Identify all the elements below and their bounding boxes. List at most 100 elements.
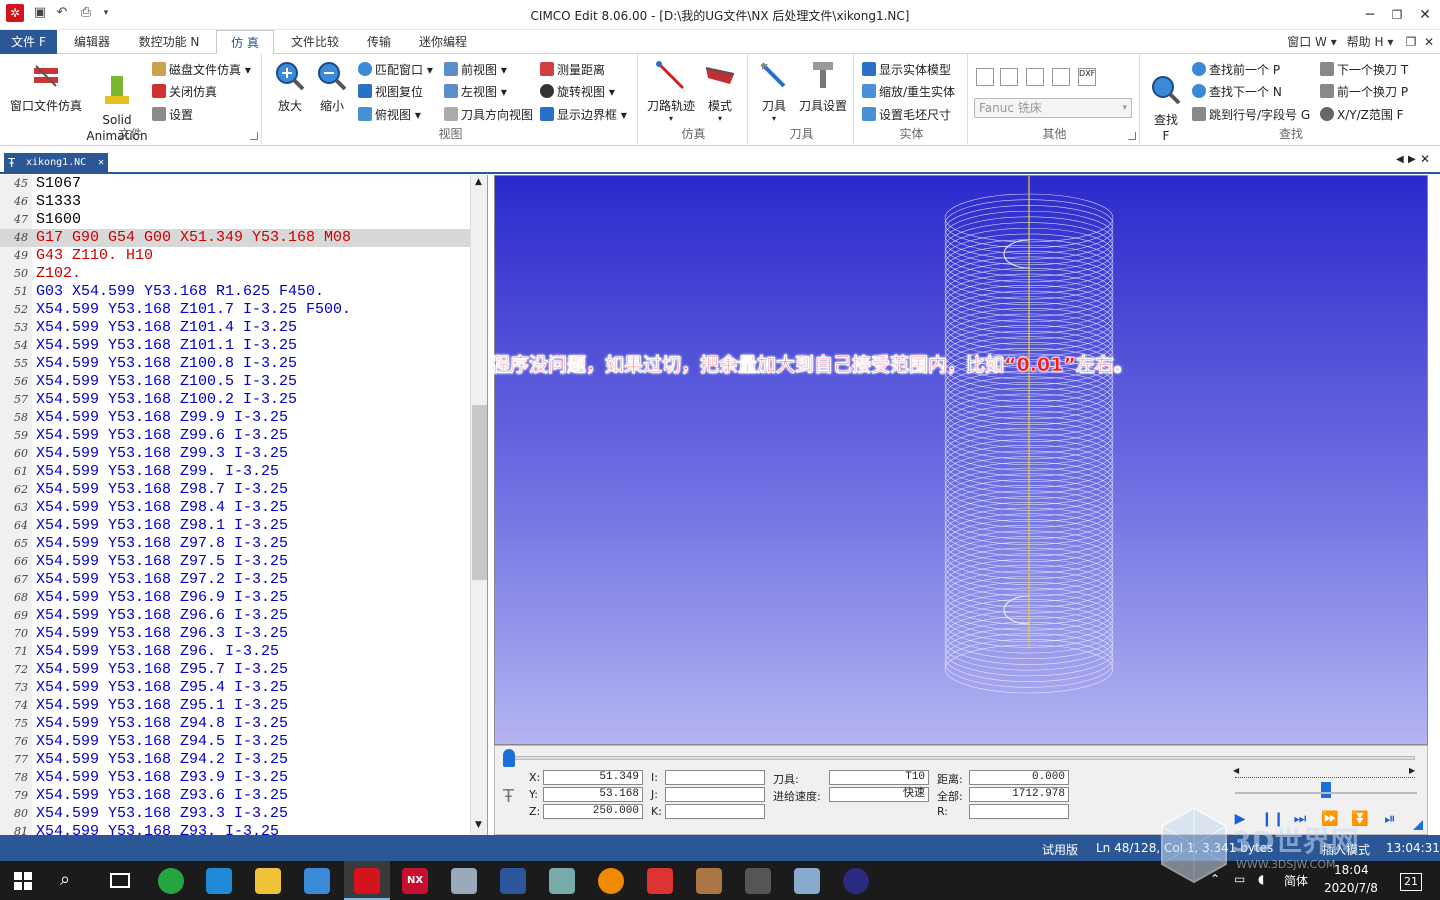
nc-code-editor[interactable]: 45 S1067 46 S1333 47 S1600 48 G17 G90 G54 G00 X…	[0, 175, 488, 835]
front-view-button[interactable]: 前视图 ▾	[444, 60, 507, 80]
app-icon-14[interactable]	[745, 868, 771, 894]
scroll-down-icon[interactable]: ▼	[475, 820, 482, 830]
window-file-sim-button[interactable]: 窗口文件仿真	[6, 60, 86, 114]
code-line[interactable]: 59 X54.599 Y53.168 Z99.6 I-3.25	[0, 427, 470, 445]
disabled-tool-icon-2[interactable]	[1000, 68, 1018, 86]
minimize-icon[interactable]: ─	[1356, 2, 1384, 28]
code-line[interactable]: 60 X54.599 Y53.168 Z99.3 I-3.25	[0, 445, 470, 463]
code-line[interactable]: 74 X54.599 Y53.168 Z95.1 I-3.25	[0, 697, 470, 715]
goto-line-button[interactable]: 跳到行号/字段号 G	[1192, 105, 1310, 125]
dialog-launcher-icon[interactable]	[1128, 132, 1136, 140]
measure-distance-button[interactable]: 测量距离	[540, 60, 605, 80]
dxf-icon[interactable]: DXF	[1078, 68, 1096, 86]
close-tab-icon[interactable]: ✕	[98, 153, 104, 173]
stock-size-button[interactable]: 设置毛坯尺寸	[862, 105, 951, 125]
find-prev-button[interactable]: 查找前一个 P	[1192, 60, 1280, 80]
find-next-button[interactable]: 查找下一个 N	[1192, 82, 1282, 102]
media-player-icon[interactable]	[206, 868, 232, 894]
tab-file[interactable]: 文件 F	[0, 30, 57, 54]
disabled-tool-icon-3[interactable]	[1026, 68, 1044, 86]
calculator-icon[interactable]	[794, 868, 820, 894]
task-view-icon[interactable]	[110, 873, 130, 888]
app-icon-11[interactable]	[598, 868, 624, 894]
nx-icon[interactable]: NX	[402, 868, 428, 894]
code-line[interactable]: 48 G17 G90 G54 G00 X51.349 Y53.168 M08	[0, 229, 470, 247]
tab-transfer[interactable]: 传输	[358, 30, 400, 54]
solid-animation-button[interactable]: Solid Animation	[84, 58, 150, 160]
next-tool-change-button[interactable]: 下一个换刀 T	[1320, 60, 1408, 80]
speed-right-icon[interactable]: ▶	[1409, 766, 1415, 775]
code-line[interactable]: 76 X54.599 Y53.168 Z94.5 I-3.25	[0, 733, 470, 751]
code-line[interactable]: 79 X54.599 Y53.168 Z93.6 I-3.25	[0, 787, 470, 805]
code-line[interactable]: 52 X54.599 Y53.168 Z101.7 I-3.25 F500.	[0, 301, 470, 319]
mode-button[interactable]: 模式 ▾	[700, 60, 740, 123]
sim-progress-handle[interactable]	[503, 749, 515, 767]
code-line[interactable]: 45 S1067	[0, 175, 470, 193]
code-line[interactable]: 78 X54.599 Y53.168 Z93.9 I-3.25	[0, 769, 470, 787]
xyz-range-button[interactable]: X/Y/Z范围 F	[1320, 105, 1404, 125]
code-line[interactable]: 77 X54.599 Y53.168 Z94.2 I-3.25	[0, 751, 470, 769]
code-line[interactable]: 65 X54.599 Y53.168 Z97.8 I-3.25	[0, 535, 470, 553]
fit-window-button[interactable]: 匹配窗口 ▾	[358, 60, 433, 80]
code-line[interactable]: 51 G03 X54.599 Y53.168 R1.625 F450.	[0, 283, 470, 301]
code-line[interactable]: 54 X54.599 Y53.168 Z101.1 I-3.25	[0, 337, 470, 355]
close-all-tabs-icon[interactable]: ✕	[1420, 152, 1430, 166]
tab-simulation[interactable]: 仿 真	[216, 30, 274, 55]
windows-start-icon[interactable]	[14, 872, 32, 890]
disabled-tool-icon-1[interactable]	[976, 68, 994, 86]
file-explorer-icon[interactable]	[255, 868, 281, 894]
app-icon-12[interactable]	[647, 868, 673, 894]
tab-file-compare[interactable]: 文件比较	[282, 30, 348, 54]
code-line[interactable]: 47 S1600	[0, 211, 470, 229]
top-view-button[interactable]: 俯视图 ▾	[358, 105, 421, 125]
tab-nc-functions[interactable]: 数控功能 N	[128, 30, 210, 54]
app-icon-16[interactable]	[843, 868, 869, 894]
code-line[interactable]: 68 X54.599 Y53.168 Z96.9 I-3.25	[0, 589, 470, 607]
dialog-launcher-icon[interactable]	[250, 132, 258, 140]
simulation-viewport[interactable]: 程序没问题，如果过切，把余量加大到自己接受范围内，比如“0.01”左右。	[491, 175, 1428, 745]
code-line[interactable]: 66 X54.599 Y53.168 Z97.5 I-3.25	[0, 553, 470, 571]
menu-window[interactable]: 窗口 W ▾	[1284, 30, 1340, 54]
code-line[interactable]: 63 X54.599 Y53.168 Z98.4 I-3.25	[0, 499, 470, 517]
code-line[interactable]: 55 X54.599 Y53.168 Z100.8 I-3.25	[0, 355, 470, 373]
tab-scroll-right-icon[interactable]: ▶	[1408, 154, 1416, 165]
code-line[interactable]: 49 G43 Z110. H10	[0, 247, 470, 265]
code-line[interactable]: 73 X54.599 Y53.168 Z95.4 I-3.25	[0, 679, 470, 697]
tool-direction-view-button[interactable]: 刀具方向视图	[444, 105, 533, 125]
code-line[interactable]: 67 X54.599 Y53.168 Z97.2 I-3.25	[0, 571, 470, 589]
image-viewer-icon[interactable]	[451, 868, 477, 894]
tool-setup-button[interactable]: 刀具设置	[796, 60, 850, 114]
zoom-in-button[interactable]: 放大	[270, 60, 310, 114]
tab-xikong1-nc[interactable]: Ŧ xikong1.NC ✕	[4, 153, 108, 173]
code-line[interactable]: 72 X54.599 Y53.168 Z95.7 I-3.25	[0, 661, 470, 679]
app-icon-5[interactable]	[304, 868, 330, 894]
left-view-button[interactable]: 左视图 ▾	[444, 82, 507, 102]
app-icon-10[interactable]	[549, 868, 575, 894]
editor-scrollbar[interactable]: ▲ ▼	[470, 175, 487, 835]
code-line[interactable]: 64 X54.599 Y53.168 Z98.1 I-3.25	[0, 517, 470, 535]
find-button[interactable]: 查找 F	[1146, 58, 1186, 160]
toolpath-button[interactable]: 刀路轨迹 ▾	[644, 60, 698, 123]
menu-help[interactable]: 帮助 H ▾	[1342, 30, 1398, 54]
scale-solid-button[interactable]: 缩放/重生实体	[862, 82, 955, 102]
settings-button[interactable]: 设置	[152, 105, 193, 125]
code-line[interactable]: 81 X54.599 Y53.168 Z93. I-3.25	[0, 823, 470, 835]
code-line[interactable]: 75 X54.599 Y53.168 Z94.8 I-3.25	[0, 715, 470, 733]
speed-slider-handle[interactable]	[1321, 782, 1331, 798]
tab-editor[interactable]: 编辑器	[62, 30, 122, 54]
scrollbar-thumb[interactable]	[472, 405, 487, 580]
speed-slider-track[interactable]	[1235, 792, 1417, 794]
zoom-out-button[interactable]: 缩小	[312, 60, 352, 114]
tab-mini-programming[interactable]: 迷你编程	[410, 30, 476, 54]
show-solid-button[interactable]: 显示实体模型	[862, 60, 951, 80]
disabled-tool-icon-4[interactable]	[1052, 68, 1070, 86]
reset-view-button[interactable]: 视图复位	[358, 82, 423, 102]
tab-scroll-left-icon[interactable]: ◀	[1396, 154, 1404, 165]
code-line[interactable]: 80 X54.599 Y53.168 Z93.3 I-3.25	[0, 805, 470, 823]
code-line[interactable]: 71 X54.599 Y53.168 Z96. I-3.25	[0, 643, 470, 661]
code-line[interactable]: 50 Z102.	[0, 265, 470, 283]
code-line[interactable]: 62 X54.599 Y53.168 Z98.7 I-3.25	[0, 481, 470, 499]
show-bbox-button[interactable]: 显示边界框 ▾	[540, 105, 627, 125]
browser-360-icon[interactable]	[158, 868, 184, 894]
code-line[interactable]: 70 X54.599 Y53.168 Z96.3 I-3.25	[0, 625, 470, 643]
